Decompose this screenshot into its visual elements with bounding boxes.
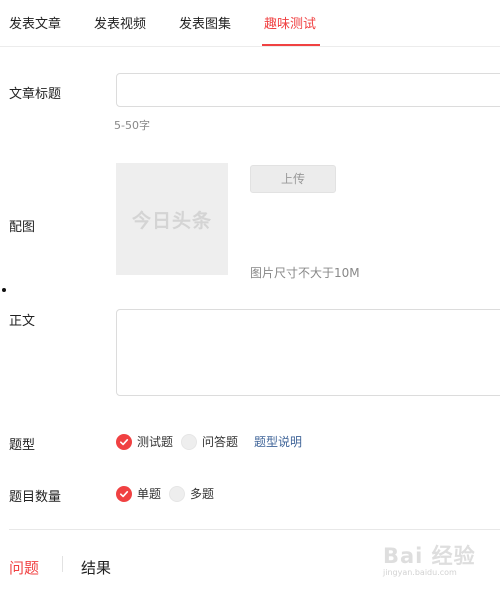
image-size-hint: 图片尺寸不大于10M bbox=[250, 266, 360, 280]
image-placeholder[interactable]: 今日头条 bbox=[116, 163, 228, 275]
radio-label: 多题 bbox=[190, 487, 215, 501]
radio-label: 测试题 bbox=[137, 435, 174, 449]
radio-unchecked-indicator bbox=[169, 485, 186, 502]
check-icon bbox=[120, 438, 129, 445]
radio-checked-indicator bbox=[116, 485, 132, 502]
radio-checked-indicator bbox=[116, 433, 132, 450]
toutiao-logo: 今日头条 bbox=[131, 209, 212, 232]
check-icon bbox=[120, 490, 129, 497]
baidu-jingyan-watermark: Bai 经验 jingyan.baidu.com bbox=[383, 538, 495, 582]
title-label: 文章标题 bbox=[9, 87, 62, 102]
question-type-group: 测试题 问答题 题型说明 bbox=[116, 433, 302, 450]
radio-single-question[interactable]: 单题 bbox=[116, 485, 165, 502]
tab-publish-gallery[interactable]: 发表图集 bbox=[179, 13, 231, 32]
tabs-divider bbox=[0, 46, 500, 47]
title-hint: 5-50字 bbox=[114, 119, 150, 132]
question-count-group: 单题 多题 bbox=[116, 485, 222, 502]
section-divider bbox=[9, 529, 500, 530]
tab-fun-quiz[interactable]: 趣味测试 bbox=[264, 13, 316, 32]
upload-button[interactable]: 上传 bbox=[250, 165, 336, 193]
question-type-help-link[interactable]: 题型说明 bbox=[254, 433, 302, 450]
radio-test-question[interactable]: 测试题 bbox=[116, 433, 177, 450]
watermark-logo-text: Bai 经验 bbox=[383, 544, 476, 568]
radio-unchecked-indicator bbox=[181, 433, 198, 450]
radio-label: 问答题 bbox=[202, 435, 239, 449]
radio-label: 单题 bbox=[137, 487, 162, 501]
radio-multi-question[interactable]: 多题 bbox=[169, 485, 218, 502]
question-count-label: 题目数量 bbox=[9, 490, 62, 505]
watermark-url: jingyan.baidu.com bbox=[383, 568, 457, 577]
tab-publish-video[interactable]: 发表视频 bbox=[94, 13, 146, 32]
radio-qa-question[interactable]: 问答题 bbox=[181, 433, 242, 450]
tab-publish-article[interactable]: 发表文章 bbox=[9, 13, 61, 32]
tab-results[interactable]: 结果 bbox=[81, 557, 111, 578]
body-label: 正文 bbox=[9, 314, 36, 329]
bullet-dot bbox=[2, 288, 6, 292]
tab-questions[interactable]: 问题 bbox=[9, 557, 39, 578]
image-label: 配图 bbox=[9, 220, 36, 235]
question-type-label: 题型 bbox=[9, 438, 36, 453]
body-textarea[interactable] bbox=[116, 309, 500, 396]
title-input[interactable] bbox=[116, 73, 500, 107]
tab-separator bbox=[62, 556, 63, 572]
